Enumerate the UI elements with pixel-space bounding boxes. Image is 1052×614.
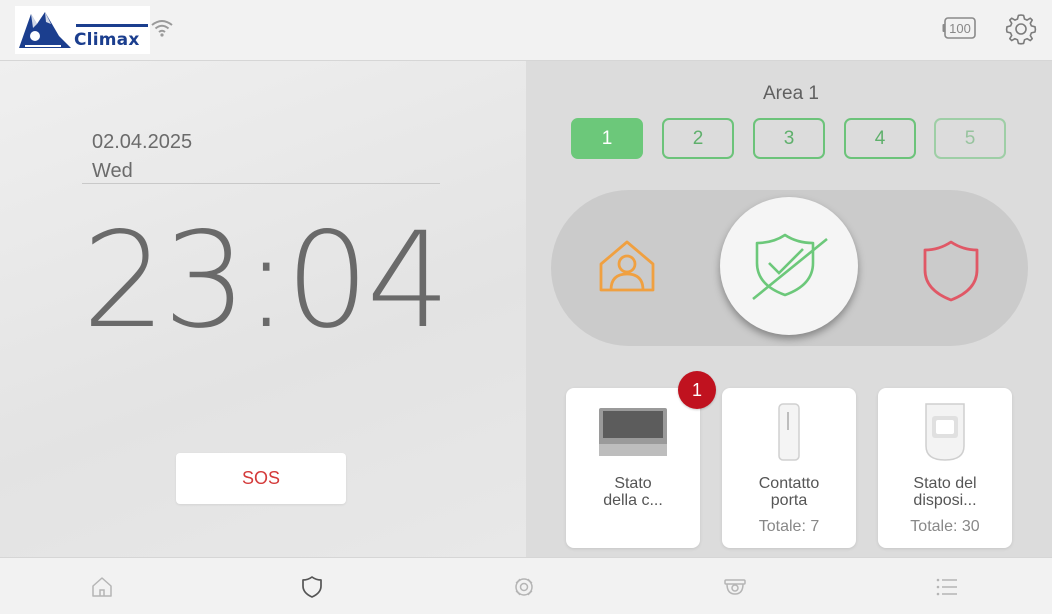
home-arm-icon bbox=[599, 240, 655, 292]
battery-level: 100 bbox=[949, 21, 971, 36]
door-contact-image bbox=[722, 402, 856, 462]
card-title: Stato del disposi... bbox=[878, 475, 1012, 509]
home-arm-button[interactable] bbox=[595, 234, 659, 298]
bottom-navigation bbox=[0, 557, 1052, 614]
panel-device-image bbox=[566, 402, 700, 462]
nav-camera[interactable] bbox=[512, 575, 536, 599]
door-contact-card[interactable]: Contatto porta Totale: 7 bbox=[722, 388, 856, 548]
nav-home[interactable] bbox=[90, 575, 114, 599]
area-button-5[interactable]: 5 bbox=[934, 118, 1006, 159]
brand-name: Climax bbox=[74, 30, 140, 50]
header-bar: Climax 100 bbox=[0, 0, 1052, 61]
wifi-icon bbox=[150, 18, 174, 38]
disarm-shield-icon bbox=[752, 233, 828, 301]
motion-sensor-image bbox=[878, 402, 1012, 462]
device-status-card[interactable]: Stato del disposi... Totale: 30 bbox=[878, 388, 1012, 548]
home-icon bbox=[92, 577, 112, 597]
panel-status-card[interactable]: Stato della c... bbox=[566, 388, 700, 548]
area-title-text: Area 1 bbox=[763, 83, 819, 104]
area-button-2[interactable]: 2 bbox=[662, 118, 734, 159]
card-total: Totale: 7 bbox=[758, 518, 820, 535]
away-arm-button[interactable] bbox=[919, 238, 983, 302]
area-button-4[interactable]: 4 bbox=[844, 118, 916, 159]
time-minutes: 04 bbox=[285, 204, 450, 358]
card-title: Contatto porta bbox=[722, 475, 856, 509]
date-text: 02.04.2025 bbox=[92, 131, 193, 153]
time-separator: : bbox=[243, 204, 289, 358]
arming-panel: Area 1 1 2 3 4 5 Stato della c... Contat… bbox=[526, 61, 1052, 557]
list-icon bbox=[936, 578, 957, 596]
card-title-line2: della c... bbox=[603, 492, 663, 509]
area-button-3[interactable]: 3 bbox=[753, 118, 825, 159]
date-divider bbox=[82, 183, 440, 184]
nav-list[interactable] bbox=[935, 575, 959, 599]
area-button-1[interactable]: 1 bbox=[571, 118, 643, 159]
card-title: Stato della c... bbox=[566, 475, 700, 509]
camera-icon bbox=[515, 578, 533, 596]
time-hours: 23 bbox=[82, 204, 247, 358]
climax-logo: Climax bbox=[15, 6, 150, 54]
away-arm-shield-icon bbox=[923, 240, 979, 302]
logo-bar bbox=[76, 24, 148, 27]
notification-badge: 1 bbox=[678, 371, 716, 409]
arm-mode-selector bbox=[551, 190, 1028, 346]
nav-security[interactable] bbox=[300, 575, 324, 599]
clock-panel: 02.04.2025 Wed 23:04 SOS bbox=[0, 61, 526, 557]
card-title-line1: Contatto bbox=[758, 475, 820, 492]
nav-cctv[interactable] bbox=[723, 575, 747, 599]
sos-button[interactable]: SOS bbox=[176, 453, 346, 504]
battery-icon: 100 bbox=[942, 16, 978, 40]
cctv-icon bbox=[724, 579, 746, 595]
card-title-line2: disposi... bbox=[913, 492, 977, 509]
card-total: Totale: 30 bbox=[910, 518, 980, 535]
day-text: Wed bbox=[92, 160, 133, 182]
shield-icon bbox=[302, 576, 322, 598]
gear-icon[interactable] bbox=[1004, 12, 1038, 46]
time-display: 23:04 bbox=[82, 211, 462, 351]
card-title-line1: Stato bbox=[614, 475, 652, 492]
card-title-line1: Stato del bbox=[913, 475, 977, 492]
disarm-button[interactable] bbox=[720, 197, 858, 335]
card-title-line2: porta bbox=[770, 492, 808, 509]
